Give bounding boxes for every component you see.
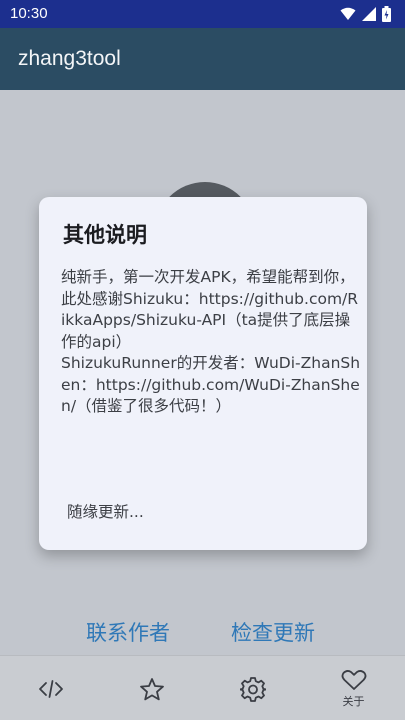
app-bar: zhang3tool — [0, 28, 405, 90]
info-dialog: 其他说明 纯新手，第一次开发APK，希望能帮到你，此处感谢Shizuku：htt… — [39, 197, 367, 550]
star-icon — [139, 677, 164, 700]
dialog-body: 纯新手，第一次开发APK，希望能帮到你，此处感谢Shizuku：https://… — [61, 268, 361, 415]
app-title: zhang3tool — [18, 47, 121, 70]
nav-label-about: 关于 — [342, 694, 365, 708]
nav-item-about[interactable]: 关于 — [303, 656, 404, 720]
check-update-link[interactable]: 检查更新 — [231, 617, 315, 647]
code-icon — [38, 679, 63, 698]
dialog-title: 其他说明 — [63, 223, 147, 247]
nav-item-settings[interactable] — [202, 656, 303, 720]
settings-icon — [239, 676, 266, 702]
wifi-icon — [340, 7, 356, 20]
status-time: 10:30 — [10, 5, 48, 22]
status-bar: 10:30 — [0, 0, 405, 28]
battery-icon — [382, 6, 391, 22]
bottom-nav: 关于 — [0, 655, 405, 720]
signal-icon — [362, 7, 376, 21]
contact-author-link[interactable]: 联系作者 — [86, 617, 170, 647]
dialog-note: 随缘更新... — [67, 503, 144, 521]
heart-icon — [341, 669, 366, 690]
nav-item-code[interactable] — [0, 656, 101, 720]
nav-item-star[interactable] — [101, 656, 202, 720]
status-icons — [340, 6, 391, 22]
